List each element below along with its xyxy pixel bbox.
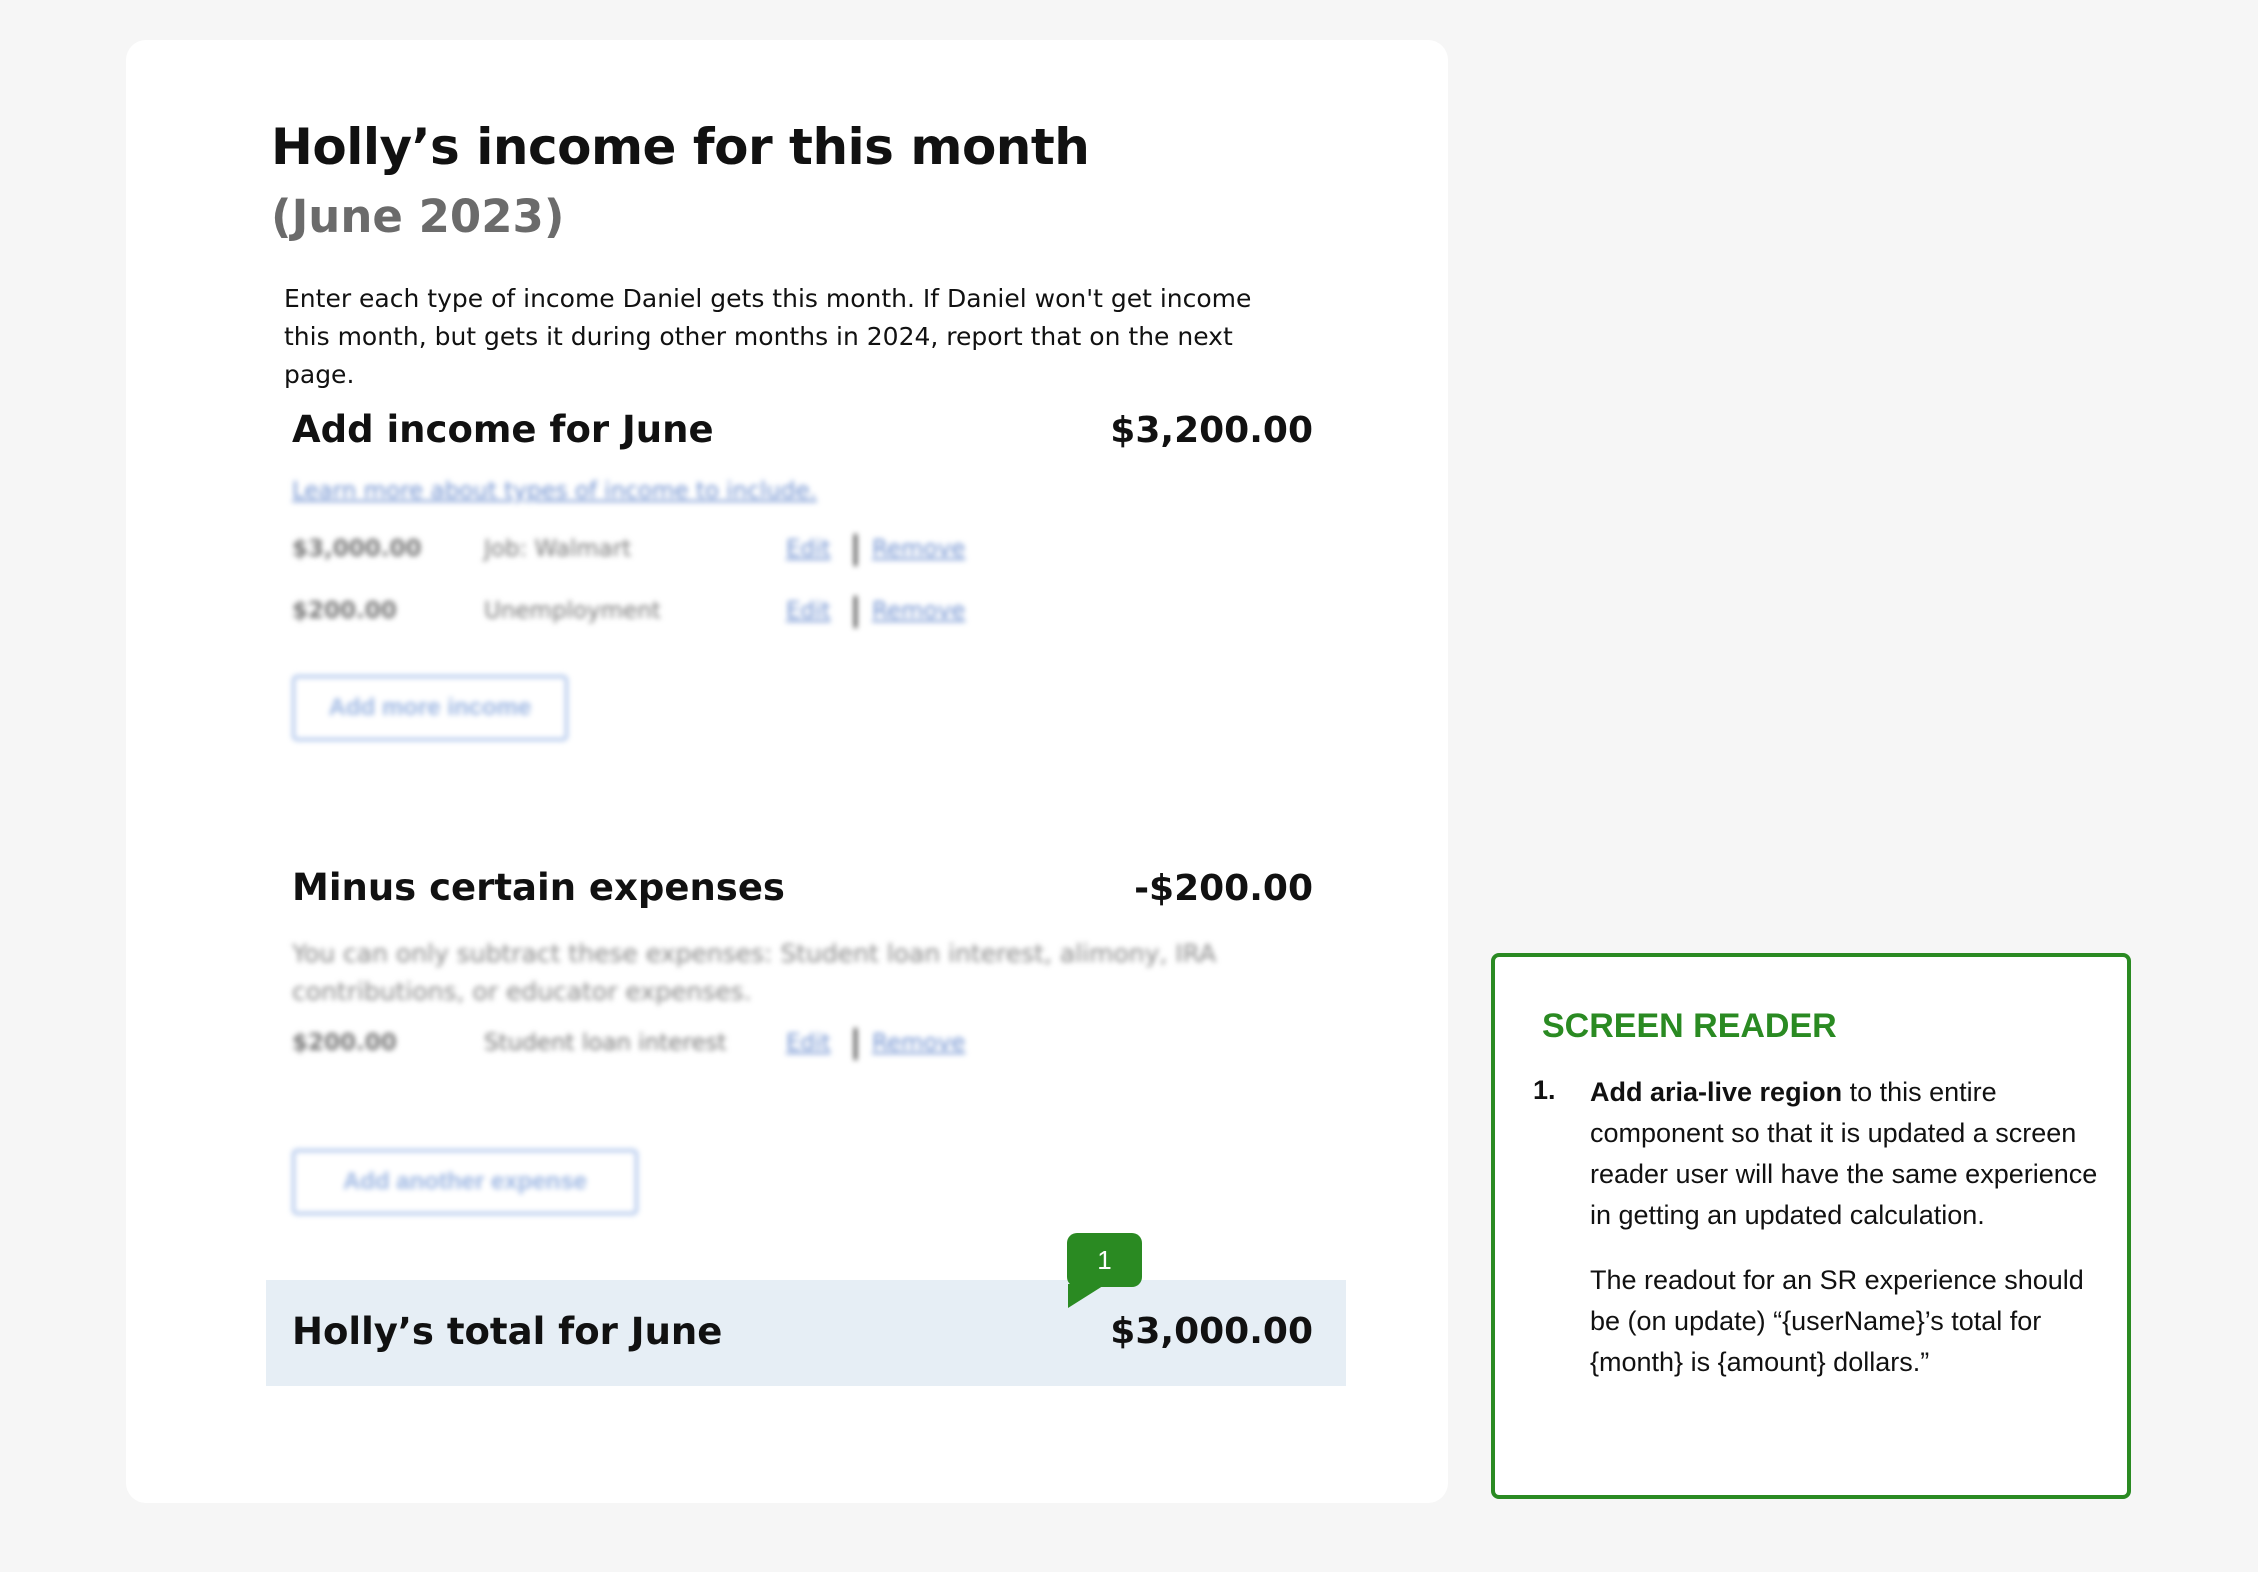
add-another-expense-button[interactable]: Add another expense [292, 1149, 638, 1215]
screen-reader-note: SCREEN READER 1. Add aria-live region to… [1491, 953, 2131, 1499]
expense-row-source: Student loan interest [484, 1030, 727, 1056]
note-readout-text: The readout for an SR experience should … [1590, 1265, 2084, 1377]
remove-link[interactable]: Remove [872, 598, 965, 624]
note-item-bold: Add aria-live region [1590, 1077, 1843, 1107]
note-heading: SCREEN READER [1542, 1007, 1837, 1045]
annotation-marker: 1 [1067, 1233, 1142, 1287]
income-row-amount: $200.00 [292, 598, 397, 624]
note-body: Add aria-live region to this entire comp… [1590, 1072, 2110, 1383]
page-title: Holly’s income for this month [271, 118, 1090, 176]
total-label: Holly’s total for June [292, 1310, 723, 1353]
page-subtitle: (June 2023) [271, 190, 565, 243]
link-divider [854, 596, 857, 628]
income-row-source: Job: Walmart [484, 536, 632, 562]
income-row-source: Unemployment [484, 598, 661, 624]
annotation-marker-tail [1068, 1284, 1106, 1308]
income-row-amount: $3,000.00 [292, 536, 422, 562]
link-divider [854, 534, 857, 566]
expenses-note: You can only subtract these expenses: St… [292, 939, 1217, 1006]
expenses-amount: -$200.00 [1134, 868, 1313, 909]
expense-row-amount: $200.00 [292, 1030, 397, 1056]
intro-text: Enter each type of income Daniel gets th… [284, 284, 1252, 389]
expenses-heading: Minus certain expenses [292, 866, 785, 909]
total-amount: $3,000.00 [1110, 1311, 1313, 1352]
learn-more-link[interactable]: Learn more about types of income to incl… [292, 478, 817, 504]
income-row: $200.00 Unemployment Edit Remove [292, 596, 992, 632]
edit-link[interactable]: Edit [786, 598, 831, 624]
remove-link[interactable]: Remove [872, 536, 965, 562]
expense-row: $200.00 Student loan interest Edit Remov… [292, 1028, 992, 1064]
income-heading: Add income for June [292, 408, 714, 451]
remove-link[interactable]: Remove [872, 1030, 965, 1056]
note-item-number: 1. [1533, 1075, 1556, 1105]
income-row: $3,000.00 Job: Walmart Edit Remove [292, 534, 992, 570]
edit-link[interactable]: Edit [786, 536, 831, 562]
add-more-income-button[interactable]: Add more income [292, 675, 568, 741]
income-amount: $3,200.00 [1110, 410, 1313, 451]
edit-link[interactable]: Edit [786, 1030, 831, 1056]
note-paragraph: Add aria-live region to this entire comp… [1590, 1072, 2110, 1236]
link-divider [854, 1028, 857, 1060]
